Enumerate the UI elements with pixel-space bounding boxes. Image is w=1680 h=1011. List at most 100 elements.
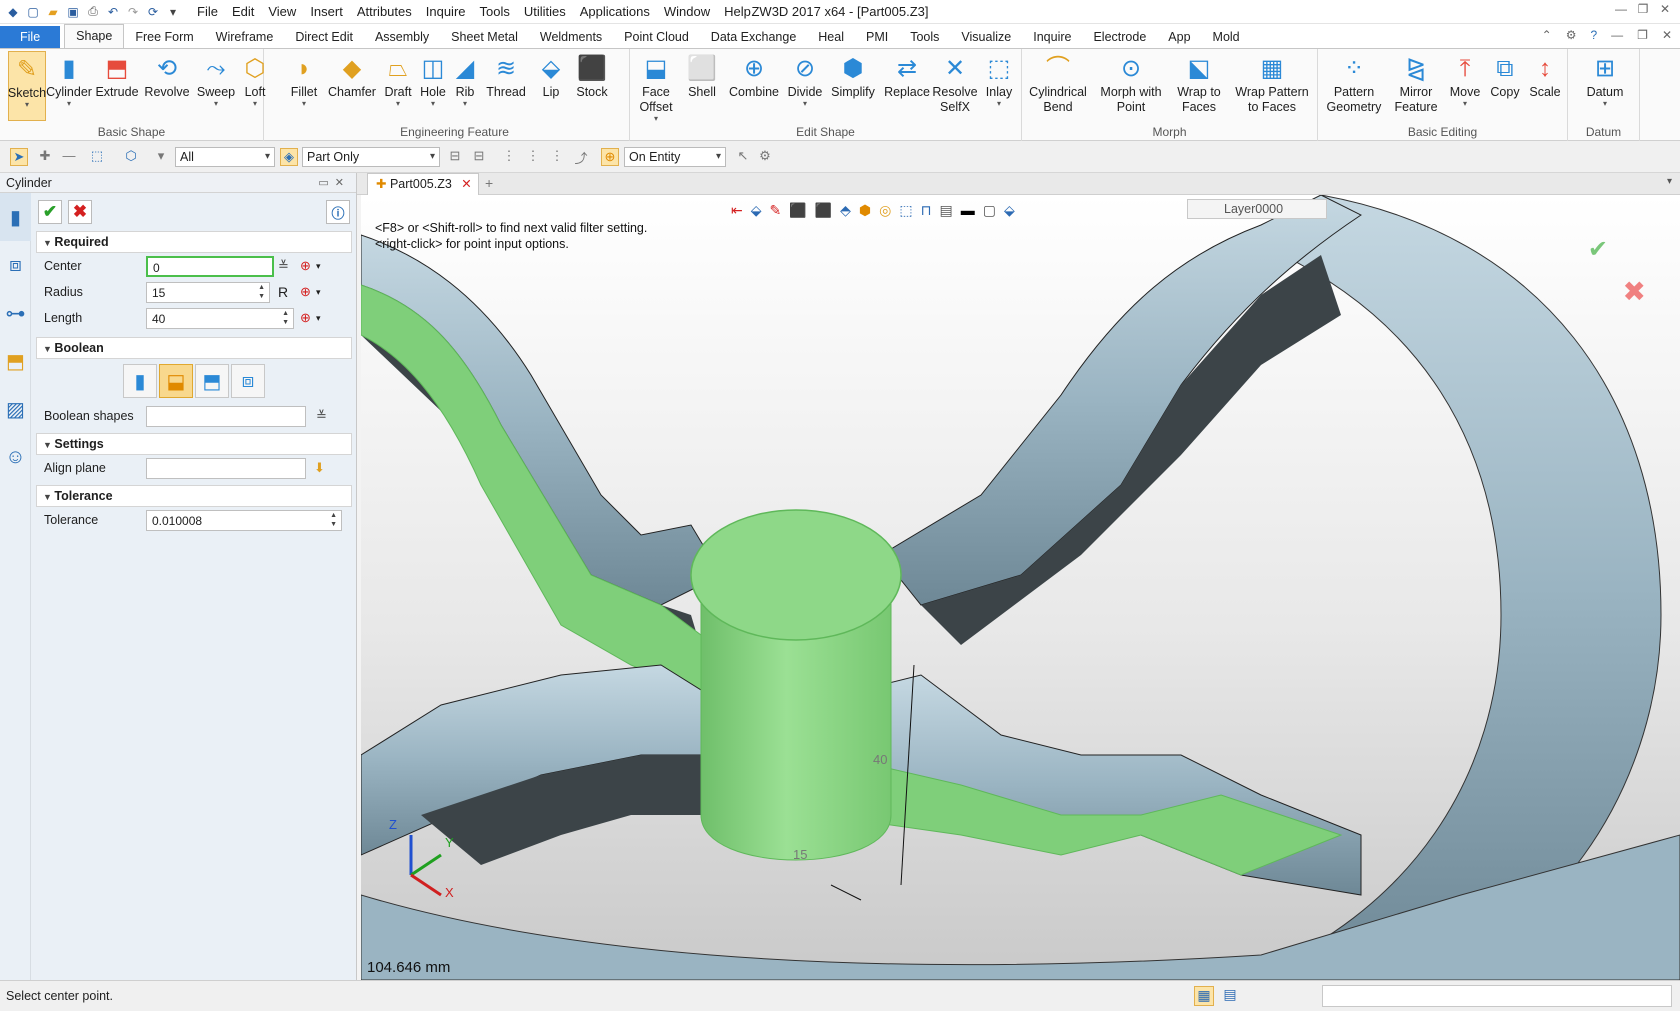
menu-insert[interactable]: Insert (303, 1, 350, 23)
simplify-button[interactable]: ⬢ Simplify (826, 51, 880, 100)
view-color-black-icon[interactable]: ▬ (961, 202, 975, 218)
radius-dropdown-icon[interactable]: ▾ (316, 287, 321, 298)
menu-inquire[interactable]: Inquire (419, 1, 473, 23)
menu-view[interactable]: View (261, 1, 303, 23)
tab-mold[interactable]: Mold (1202, 26, 1251, 48)
lip-button[interactable]: ⬙ Lip (534, 51, 568, 100)
pick-remove-icon[interactable]: — (60, 148, 78, 166)
radius-spinner[interactable]: ▲ ▼ (258, 283, 265, 301)
boolean-base-icon[interactable]: ▮ (123, 364, 157, 398)
view-box-icon[interactable]: ⬛ (789, 202, 806, 219)
boolean-add-icon[interactable]: ⬓ (159, 364, 193, 398)
sweep-button[interactable]: ⤳ Sweep ▾ (196, 51, 236, 108)
tab-wireframe[interactable]: Wireframe (205, 26, 285, 48)
loft-button[interactable]: ⬡ Loft ▾ (238, 51, 272, 108)
tab-visualize[interactable]: Visualize (950, 26, 1022, 48)
menu-utilities[interactable]: Utilities (517, 1, 573, 23)
quick-access-menu-icon[interactable]: ▾ (164, 3, 182, 21)
mirror-feature-button[interactable]: ⧎ Mirror Feature (1388, 51, 1444, 115)
box-select-icon[interactable]: ⬚ (88, 148, 106, 166)
3d-viewport[interactable]: 40 15 Z Y X <F8> or <Shift-roll> to find… (361, 195, 1680, 980)
print-icon[interactable]: ⎙ (84, 3, 102, 21)
app-logo-icon[interactable]: ◆ (4, 3, 22, 21)
view-cube-icon[interactable]: ⬛ (815, 202, 832, 219)
command-input[interactable] (1322, 985, 1672, 1007)
datum-button[interactable]: ⊞ Datum ▾ (1584, 51, 1626, 108)
tab-sheet-metal[interactable]: Sheet Metal (440, 26, 529, 48)
menu-window[interactable]: Window (657, 1, 717, 23)
thread-button[interactable]: ≋ Thread (484, 51, 528, 100)
draft-button[interactable]: ⏢ Draft ▾ (380, 51, 416, 108)
menu-tools[interactable]: Tools (473, 1, 517, 23)
redo-icon[interactable]: ↷ (124, 3, 142, 21)
tab-weldments[interactable]: Weldments (529, 26, 613, 48)
menu-attributes[interactable]: Attributes (350, 1, 419, 23)
new-tab-icon[interactable]: + (485, 175, 493, 191)
part-scope-icon[interactable]: ◈ (280, 148, 298, 166)
resolve-selfx-button[interactable]: ✕ Resolve SelfX (932, 51, 978, 115)
toolbar-tool-a-icon[interactable]: ⊟ (446, 148, 464, 166)
view-zoom-icon[interactable]: ⬚ (899, 202, 912, 219)
chamfer-button[interactable]: ◆ Chamfer (326, 51, 378, 100)
open-folder-icon[interactable]: ▰ (44, 3, 62, 21)
extrude-button[interactable]: ⬒ Extrude (95, 51, 138, 100)
document-tab[interactable]: ✚ Part005.Z3 ✕ (367, 173, 479, 195)
view-part-icon[interactable]: ⬢ (859, 202, 871, 219)
toolbar-tool-b-icon[interactable]: ⊟ (470, 148, 488, 166)
ribbon-restore-icon[interactable]: ❐ (1637, 28, 1648, 42)
tolerance-input[interactable]: 0.010008 ▲ ▼ (146, 510, 342, 531)
tab-file[interactable]: File (0, 26, 61, 48)
pick-mode-combo[interactable]: On Entity (624, 147, 726, 167)
wrap-to-faces-button[interactable]: ⬕ Wrap to Faces (1172, 51, 1226, 115)
filter-icon[interactable]: ▾ (152, 148, 170, 166)
tab-pmi[interactable]: PMI (855, 26, 899, 48)
face-offset-button[interactable]: ⬓ Face Offset ▾ (634, 51, 678, 123)
snap-a-icon[interactable]: ↖ (734, 148, 752, 166)
minimize-icon[interactable]: — (1610, 2, 1632, 16)
image-library-icon[interactable]: ▨ (0, 385, 31, 433)
toolbar-tool-f-icon[interactable]: ⤴ (572, 148, 590, 166)
align-plane-input[interactable] (146, 458, 306, 479)
collapse-ribbon-icon[interactable]: ⌃ (1542, 28, 1552, 42)
copy-button[interactable]: ⧉ Copy (1486, 51, 1524, 100)
inlay-button[interactable]: ⬚ Inlay ▾ (980, 51, 1018, 108)
part-library-icon[interactable]: ⬒ (0, 337, 31, 385)
length-dropdown-icon[interactable]: ▾ (316, 313, 321, 324)
toolbar-tool-e-icon[interactable]: ⋮ (548, 148, 566, 166)
wrap-pattern-button[interactable]: ▦ Wrap Pattern to Faces (1232, 51, 1312, 115)
tab-assembly[interactable]: Assembly (364, 26, 440, 48)
toolbar-tool-d-icon[interactable]: ⋮ (524, 148, 542, 166)
feature-panel-icon[interactable]: ▮ (0, 193, 31, 241)
cylinder-button[interactable]: ▮ Cylinder ▾ (46, 51, 92, 108)
stock-button[interactable]: ⬛ Stock (572, 51, 612, 100)
assembly-tree-icon[interactable]: ⊶ (0, 289, 31, 337)
view-display-icon[interactable]: ▤ (940, 202, 953, 219)
lasso-select-icon[interactable]: ⬡ (122, 148, 140, 166)
help-icon[interactable]: ? (1590, 28, 1597, 42)
tab-direct-edit[interactable]: Direct Edit (284, 26, 364, 48)
info-button[interactable]: ⓘ (326, 200, 350, 224)
combine-button[interactable]: ⊕ Combine (726, 51, 782, 100)
fillet-button[interactable]: ◗ Fillet ▾ (284, 51, 324, 108)
hole-button[interactable]: ◫ Hole ▾ (416, 51, 450, 108)
shell-button[interactable]: ⬜ Shell (682, 51, 722, 100)
view-eraser-icon[interactable]: ✎ (770, 202, 782, 219)
snap-b-icon[interactable]: ⚙ (756, 148, 774, 166)
view-orient-icon[interactable]: ⬙ (751, 202, 762, 219)
panel-pin-icon[interactable]: ▭ (318, 177, 334, 189)
radius-input[interactable]: 15 ▲ ▼ (146, 282, 270, 303)
view-exit-icon[interactable]: ⇤ (731, 202, 743, 219)
view-shade-icon[interactable]: ⬘ (840, 202, 851, 219)
undo-icon[interactable]: ↶ (104, 3, 122, 21)
tab-shape[interactable]: Shape (64, 24, 125, 48)
panel-close-icon[interactable]: ✕ (335, 177, 350, 189)
view-section-icon[interactable]: ⊓ (921, 202, 932, 219)
regen-icon[interactable]: ⟳ (144, 3, 162, 21)
ok-button[interactable]: ✔ (38, 200, 62, 224)
tolerance-spinner[interactable]: ▲ ▼ (330, 511, 337, 529)
scope-combo[interactable]: Part Only (302, 147, 440, 167)
tab-electrode[interactable]: Electrode (1082, 26, 1157, 48)
save-icon[interactable]: ▣ (64, 3, 82, 21)
length-spinner[interactable]: ▲ ▼ (282, 309, 289, 327)
status-list-icon[interactable]: ▤ (1220, 986, 1240, 1006)
